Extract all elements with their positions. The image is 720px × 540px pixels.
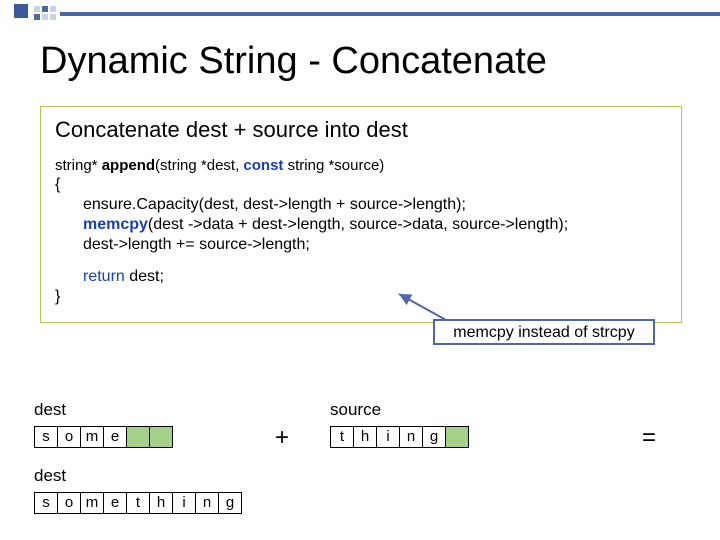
cell: h bbox=[353, 426, 377, 448]
cell: t bbox=[126, 492, 150, 514]
cell: o bbox=[57, 426, 81, 448]
brand-square bbox=[14, 4, 28, 18]
cell bbox=[126, 426, 150, 448]
cell: n bbox=[399, 426, 423, 448]
dest-label-1: dest bbox=[34, 400, 66, 420]
source-label: source bbox=[330, 400, 381, 420]
dest-row-1: some bbox=[34, 426, 173, 448]
return-keyword: return bbox=[83, 268, 125, 285]
cell: h bbox=[149, 492, 173, 514]
dest-label-2: dest bbox=[34, 466, 66, 486]
code-line-2-rest: (dest ->data + dest->length, source->dat… bbox=[148, 216, 568, 233]
cell: i bbox=[376, 426, 400, 448]
function-signature: string* append(string *dest, const strin… bbox=[55, 157, 667, 174]
dest-row-2: something bbox=[34, 492, 242, 514]
slide-title: Dynamic String - Concatenate bbox=[40, 40, 547, 83]
cell: t bbox=[330, 426, 354, 448]
cell: n bbox=[195, 492, 219, 514]
sig-params-a: (string *dest, bbox=[155, 157, 243, 174]
return-rest: dest; bbox=[125, 268, 164, 285]
code-return-line: return dest; bbox=[55, 268, 667, 286]
brand-grid bbox=[34, 6, 56, 20]
cell: e bbox=[103, 492, 127, 514]
code-line-2: memcpy(dest ->data + dest->length, sourc… bbox=[55, 216, 667, 234]
sig-const-keyword: const bbox=[243, 157, 283, 174]
sig-function-name: append bbox=[102, 157, 155, 174]
equals-operator: = bbox=[642, 424, 656, 452]
cell: m bbox=[80, 426, 104, 448]
source-row: thing bbox=[330, 426, 469, 448]
cell bbox=[445, 426, 469, 448]
code-line-3: dest->length += source->length; bbox=[55, 236, 667, 254]
memcpy-keyword: memcpy bbox=[83, 216, 148, 233]
cell: s bbox=[34, 492, 58, 514]
code-subtitle: Concatenate dest + source into dest bbox=[55, 117, 667, 143]
cell: s bbox=[34, 426, 58, 448]
code-panel: Concatenate dest + source into dest stri… bbox=[40, 106, 682, 323]
cell: o bbox=[57, 492, 81, 514]
cell: g bbox=[218, 492, 242, 514]
cell: e bbox=[103, 426, 127, 448]
plus-operator: + bbox=[275, 424, 289, 452]
cell: m bbox=[80, 492, 104, 514]
top-divider bbox=[60, 12, 720, 16]
cell: i bbox=[172, 492, 196, 514]
cell: g bbox=[422, 426, 446, 448]
code-line-1: ensure.Capacity(dest, dest->length + sou… bbox=[55, 196, 667, 214]
sig-return-type: string* bbox=[55, 157, 98, 174]
sig-params-b: string *source) bbox=[283, 157, 384, 174]
code-open-brace: { bbox=[55, 176, 667, 194]
callout-arrow-icon bbox=[391, 292, 591, 342]
cell bbox=[149, 426, 173, 448]
